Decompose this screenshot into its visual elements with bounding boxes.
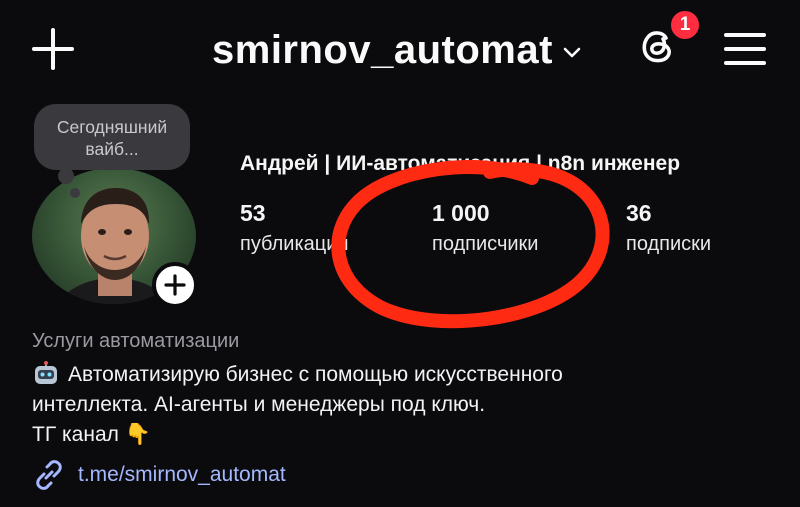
stat-posts-label: публикации [240, 233, 349, 255]
pointing-down-emoji: 👇 [124, 423, 152, 446]
username: smirnov_automat [212, 27, 553, 72]
note-bubble-tail [58, 168, 74, 184]
chevron-down-icon [563, 47, 581, 58]
stat-following-value: 36 [626, 200, 652, 226]
plus-icon [164, 274, 186, 296]
bio-line-2: интеллекта. AI-агенты и менеджеры под кл… [32, 393, 486, 416]
display-name: Андрей | ИИ-автоматизация | n8n инженер [240, 152, 681, 175]
hamburger-menu-icon [724, 33, 766, 65]
profile-link[interactable]: t.me/smirnov_automat [32, 458, 286, 492]
top-bar: smirnov_automat 1 [0, 0, 800, 100]
bio-line-1-text: Автоматизирую бизнес с помощью искусстве… [68, 363, 563, 386]
bio: Автоматизирую бизнес с помощью искусстве… [32, 360, 732, 450]
profile-link-text: t.me/smirnov_automat [78, 463, 286, 486]
profile-category: Услуги автоматизации [32, 330, 240, 352]
stat-followers[interactable]: 1 000 подписчики [432, 200, 538, 256]
bio-line-3-text: ТГ канал [32, 423, 119, 446]
stat-followers-value: 1 000 [432, 200, 490, 226]
robot-icon [35, 361, 57, 384]
menu-button[interactable] [722, 26, 768, 72]
link-icon [36, 460, 62, 490]
stat-followers-label: подписчики [432, 233, 539, 255]
plus-icon [32, 28, 74, 70]
add-story-button[interactable] [152, 262, 198, 308]
notification-badge: 1 [668, 8, 702, 42]
stat-posts[interactable]: 53 публикации [240, 200, 349, 256]
note-bubble[interactable]: Сегодняшний вайб... [34, 104, 190, 170]
account-switcher[interactable]: smirnov_automat [212, 22, 583, 78]
note-bubble-tail-small [70, 188, 80, 198]
bio-line-3: ТГ канал 👇 [32, 420, 732, 450]
stat-following[interactable]: 36 подписки [626, 200, 711, 256]
new-post-button[interactable] [30, 26, 76, 72]
bio-line-1: Автоматизирую бизнес с помощью искусстве… [32, 360, 732, 390]
stat-posts-value: 53 [240, 200, 266, 226]
stat-following-label: подписки [626, 233, 712, 255]
